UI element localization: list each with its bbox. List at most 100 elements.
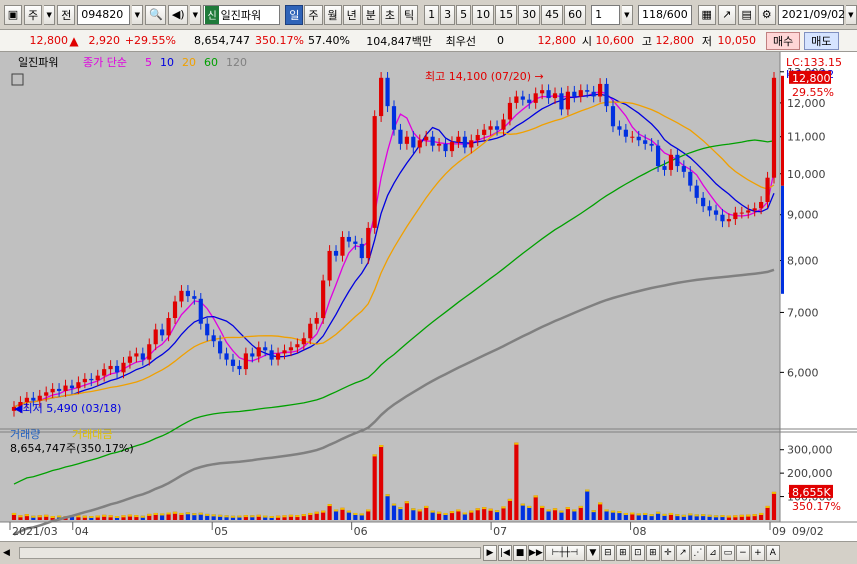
zoom-slider[interactable]: ⊢┼┼⊣ xyxy=(544,545,585,561)
interval-tab-30[interactable]: 30 xyxy=(518,4,541,25)
stock-code-input[interactable]: 094820 xyxy=(77,4,131,25)
candle-body xyxy=(514,96,519,103)
period-tab-2[interactable]: 월 xyxy=(323,4,342,25)
candle-body xyxy=(82,378,87,383)
scroll-track[interactable] xyxy=(13,546,481,560)
buy-button[interactable]: 매수 xyxy=(766,31,801,50)
low-label: 저 xyxy=(701,34,712,48)
candle-body xyxy=(533,93,538,103)
candle-body xyxy=(501,119,506,130)
amount-bar-cap xyxy=(694,514,699,517)
period-tab-5[interactable]: 초 xyxy=(380,4,400,25)
compress-icon[interactable]: ⊡ xyxy=(630,545,645,561)
font-size-icon[interactable]: A xyxy=(765,545,780,561)
stock-name-field[interactable]: 신 일진파워 xyxy=(203,4,281,25)
trade-amount: 104,847백만 xyxy=(366,34,432,48)
play-icon[interactable]: ▶ xyxy=(483,545,497,561)
chevron-down-icon[interactable]: ▼ xyxy=(44,4,56,25)
candle-body xyxy=(250,353,255,357)
date-input[interactable]: 2021/09/02 xyxy=(777,4,845,25)
candle-body xyxy=(179,290,184,302)
price-tick-label: 7,000 xyxy=(787,306,819,319)
line-tool-icon[interactable]: ↗ xyxy=(717,4,736,25)
candle-body xyxy=(720,214,725,222)
interval-tab-15[interactable]: 15 xyxy=(495,4,518,25)
period-tab-1[interactable]: 주 xyxy=(304,4,323,25)
window-icon[interactable]: ▣ xyxy=(4,4,22,25)
ruler-icon[interactable]: ⊿ xyxy=(705,545,720,561)
interval-tab-60[interactable]: 60 xyxy=(564,4,587,25)
stop-icon[interactable]: ■ xyxy=(513,545,527,561)
period-tab-3[interactable]: 년 xyxy=(342,4,361,25)
amount-bar-cap xyxy=(346,510,352,513)
zoom-in-icon[interactable]: ⊞ xyxy=(615,545,630,561)
speaker-icon[interactable]: ◀) xyxy=(168,4,189,25)
expand-icon[interactable]: ⊞ xyxy=(645,545,660,561)
chart-background xyxy=(0,52,857,542)
current-price: 12,800 xyxy=(29,34,69,47)
amount-title: 거래대금 xyxy=(72,428,112,441)
step-back-icon[interactable]: |◀ xyxy=(498,545,512,561)
candle-body xyxy=(739,212,744,214)
candle-body xyxy=(172,301,178,319)
slider-thumb-icon[interactable]: ▼ xyxy=(585,545,600,561)
legend-ma-10: 10 xyxy=(160,56,174,69)
prev-button[interactable]: 전 xyxy=(57,4,76,25)
count-input[interactable]: 118/600 xyxy=(637,4,692,25)
trend-icon[interactable]: ⋰ xyxy=(690,545,705,561)
scroll-thumb[interactable] xyxy=(19,547,481,559)
chevron-down-icon[interactable]: ▼ xyxy=(845,4,857,25)
candlestick-chart[interactable]: 6,0007,0008,0009,00010,00011,00012,00013… xyxy=(0,52,857,542)
candle-body xyxy=(218,341,223,354)
market-mode-button[interactable]: 주 xyxy=(24,4,42,25)
candle-body xyxy=(488,126,493,130)
volume-pct-tag: 350.17% xyxy=(792,500,841,513)
interval-tab-5[interactable]: 5 xyxy=(456,4,472,25)
crosshair-icon[interactable]: ✛ xyxy=(660,545,675,561)
save-icon[interactable]: ▤ xyxy=(737,4,756,25)
chart-area[interactable]: 6,0007,0008,0009,00010,00011,00012,00013… xyxy=(0,52,857,542)
amount-bar-cap xyxy=(655,511,661,514)
quote-bar: 12,800 ▲ 2,920 +29.55% 8,654,747 350.17%… xyxy=(0,30,857,52)
fast-forward-icon[interactable]: ▶▶ xyxy=(528,545,544,561)
interval-tab-1[interactable]: 1 xyxy=(424,4,440,25)
candle-body xyxy=(359,243,364,259)
gear-icon[interactable]: ⚙ xyxy=(757,4,776,25)
grid-icon[interactable]: ▦ xyxy=(697,4,716,25)
amount-bar-cap xyxy=(333,509,339,512)
interval-input[interactable]: 1 xyxy=(591,4,620,25)
candle-body xyxy=(456,136,461,143)
amount-bar-cap xyxy=(172,511,178,514)
amount-bar-cap xyxy=(623,512,628,515)
sell-button[interactable]: 매도 xyxy=(804,31,839,50)
chevron-down-icon[interactable]: ▼ xyxy=(621,4,633,25)
candle-body xyxy=(192,296,197,299)
zoom-out-icon[interactable]: ⊟ xyxy=(600,545,615,561)
amount-bar-cap xyxy=(108,515,113,518)
low-value: 10,050 xyxy=(717,34,757,47)
candle-body xyxy=(552,93,558,99)
amount-bar-cap xyxy=(617,511,622,514)
candle-body xyxy=(114,365,120,373)
search-icon[interactable]: 🔍 xyxy=(145,4,167,25)
interval-tab-3[interactable]: 3 xyxy=(440,4,456,25)
amount-bar-cap xyxy=(218,514,223,517)
amount-bar-cap xyxy=(269,516,274,519)
period-tab-6[interactable]: 틱 xyxy=(400,4,419,25)
plus-icon[interactable]: + xyxy=(750,545,765,561)
chevron-down-icon[interactable]: ▼ xyxy=(190,4,202,25)
candle-body xyxy=(147,344,152,360)
toolbar: ▣ 주 ▼ 전 094820 ▼ 🔍 ◀) ▼ 신 일진파워 일주월년분초틱 1… xyxy=(0,0,857,30)
minus-icon[interactable]: − xyxy=(735,545,750,561)
draw-line-icon[interactable]: ↗ xyxy=(675,545,690,561)
amount-bar-cap xyxy=(533,495,538,498)
interval-tab-10[interactable]: 10 xyxy=(472,4,495,25)
period-tab-0[interactable]: 일 xyxy=(285,4,304,25)
chevron-down-icon[interactable]: ▼ xyxy=(132,4,144,25)
panel-icon[interactable]: ▭ xyxy=(720,545,735,561)
scroll-left-icon[interactable]: ◀ xyxy=(0,546,13,560)
interval-tab-45[interactable]: 45 xyxy=(541,4,564,25)
amount-bar-cap xyxy=(636,513,641,516)
period-tab-4[interactable]: 분 xyxy=(361,4,380,25)
amount-bar-cap xyxy=(314,511,319,514)
